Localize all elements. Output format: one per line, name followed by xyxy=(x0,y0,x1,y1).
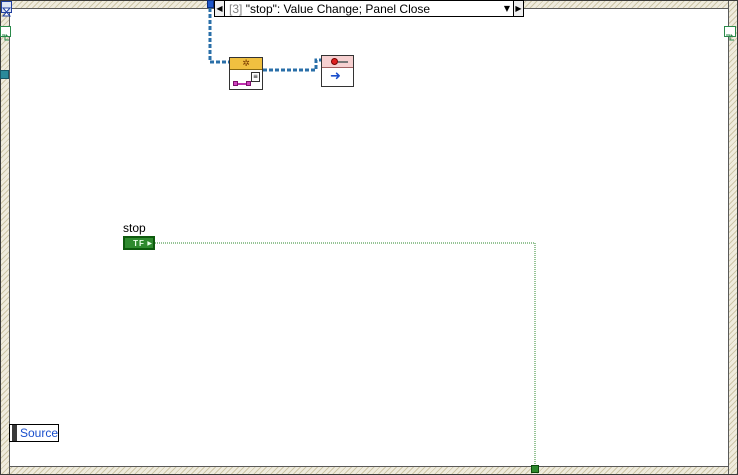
stop-function-icon xyxy=(322,56,353,68)
event-structure-frame-bottom xyxy=(0,466,738,475)
tunnel-glyph-icon xyxy=(2,34,9,41)
boolean-wire xyxy=(155,242,536,466)
left-tunnel[interactable] xyxy=(0,70,9,79)
next-case-icon[interactable]: ▶ xyxy=(513,1,523,16)
case-index: [3] xyxy=(229,1,243,16)
tunnel-glyph-icon xyxy=(726,34,734,41)
refnum-wire-2 xyxy=(263,58,322,72)
case-selector-label[interactable]: [3] "stop": Value Change; Panel Close xyxy=(225,2,501,16)
event-structure-frame-right xyxy=(728,0,738,475)
stop-boolean-terminal[interactable]: TF ▶ xyxy=(123,236,155,250)
arrow-right-icon: ➜ xyxy=(330,69,341,84)
stop-led-icon xyxy=(331,58,338,65)
property-node-icon: ✲ xyxy=(230,58,262,70)
loop-condition-tunnel[interactable] xyxy=(531,465,539,473)
event-data-terminal[interactable] xyxy=(207,0,214,8)
hourglass-icon xyxy=(1,7,12,17)
source-grip-icon xyxy=(12,425,17,441)
wire-layer xyxy=(155,8,536,466)
output-terminal-icon xyxy=(233,80,253,87)
right-shift-register-icon[interactable] xyxy=(724,26,736,41)
event-case-selector[interactable]: ◀ [3] "stop": Value Change; Panel Close … xyxy=(214,0,524,17)
timeout-terminal-icon[interactable] xyxy=(1,1,12,17)
boolean-type-text: TF xyxy=(133,238,145,248)
event-structure-outline xyxy=(0,0,738,475)
previous-case-icon[interactable]: ◀ xyxy=(215,1,225,16)
terminal-arrow-icon: ▶ xyxy=(147,240,152,247)
stop-function-node[interactable]: ➜ xyxy=(321,55,354,87)
case-event-name: "stop": Value Change; Panel Close xyxy=(245,1,431,16)
left-shift-register-icon[interactable] xyxy=(0,26,11,41)
case-dropdown-icon[interactable]: ▼ xyxy=(501,4,513,13)
stop-terminal-label: stop xyxy=(123,221,146,235)
source-label: Source xyxy=(19,426,58,440)
property-node[interactable]: ✲ ≡ xyxy=(229,57,263,90)
event-source-node[interactable]: Source xyxy=(9,424,59,442)
